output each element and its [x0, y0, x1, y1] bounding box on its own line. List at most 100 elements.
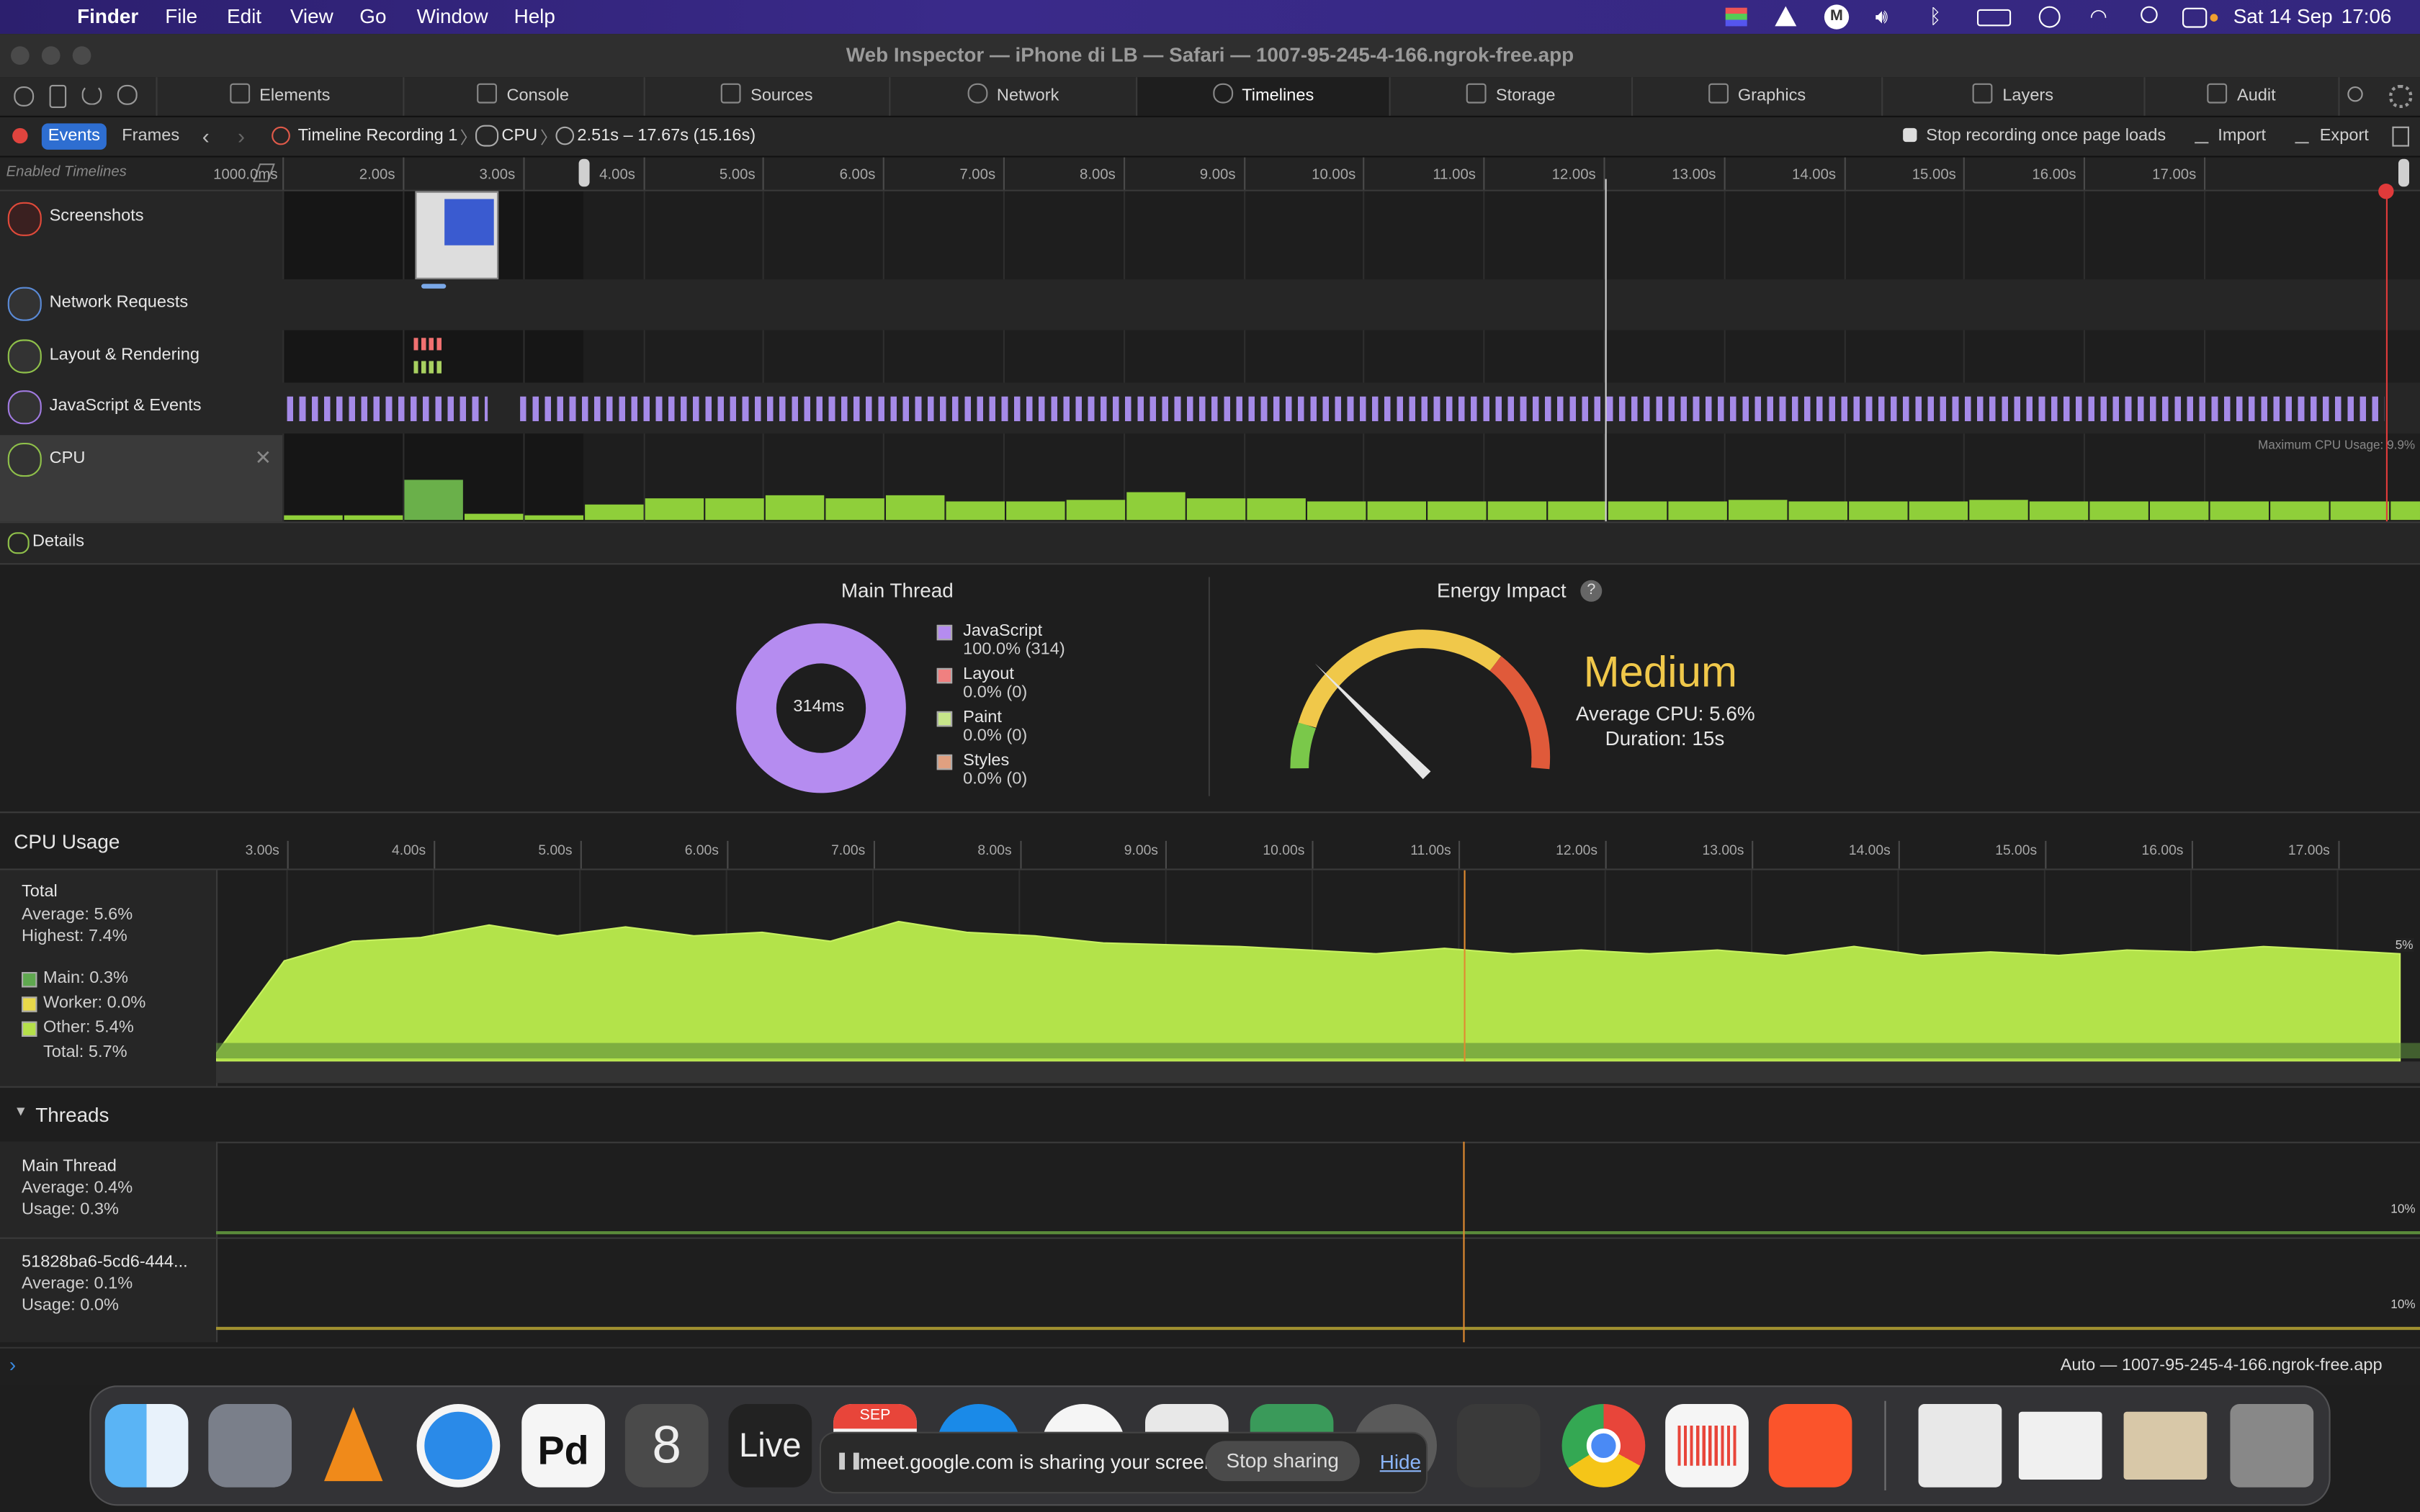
- menu-view[interactable]: View: [290, 4, 333, 27]
- finder-icon[interactable]: [104, 1403, 189, 1488]
- tab-network[interactable]: Network: [890, 77, 1138, 116]
- vlc-menu-icon[interactable]: [1775, 6, 1797, 27]
- layout-events[interactable]: [413, 338, 443, 351]
- js-events-track[interactable]: [287, 396, 488, 421]
- spotlight-icon[interactable]: [2141, 6, 2158, 24]
- forward-arrow-icon[interactable]: ›: [238, 123, 245, 148]
- screenshot-thumbnail[interactable]: [415, 191, 499, 279]
- tab-elements[interactable]: Elements: [156, 77, 405, 116]
- js-events-track[interactable]: [520, 396, 2385, 421]
- pd-icon[interactable]: Pd: [521, 1403, 605, 1488]
- legend-swatch: [936, 624, 953, 641]
- enabled-timelines-label[interactable]: Enabled Timelines: [6, 163, 127, 181]
- timeline-layout-rendering[interactable]: Layout & Rendering: [0, 332, 282, 383]
- brave-icon[interactable]: [1768, 1403, 1852, 1488]
- cpu-other-area: [216, 920, 2401, 1063]
- thread-marker-line[interactable]: [1463, 1141, 1465, 1343]
- battery-icon[interactable]: [1977, 9, 2012, 27]
- tab-storage[interactable]: Storage: [1391, 77, 1634, 116]
- safari-icon[interactable]: [416, 1403, 501, 1488]
- tab-graphics[interactable]: Graphics: [1633, 77, 1883, 116]
- current-time-marker[interactable]: [1605, 179, 1607, 522]
- timeline-cpu[interactable]: CPU ✕: [0, 435, 282, 521]
- disclosure-triangle-icon[interactable]: ▼: [14, 1103, 27, 1118]
- paint-events[interactable]: [413, 361, 443, 374]
- menu-date[interactable]: Sat 14 Sep: [2233, 4, 2333, 27]
- selection-end-handle[interactable]: [2398, 158, 2409, 187]
- time-machine-icon[interactable]: [2038, 6, 2061, 28]
- playhead-line[interactable]: [2385, 191, 2388, 522]
- back-arrow-icon[interactable]: ‹: [202, 123, 210, 148]
- crosshair-icon[interactable]: [14, 86, 35, 107]
- ableton-live-icon[interactable]: Live: [728, 1403, 812, 1488]
- ruler-tick-label: 15.00s: [1912, 166, 1956, 184]
- bluetooth-icon[interactable]: ᛒ: [1930, 4, 1942, 27]
- reload-icon[interactable]: [81, 84, 102, 105]
- minimized-window-thumbnail[interactable]: [2018, 1411, 2102, 1480]
- menu-edit[interactable]: Edit: [227, 4, 261, 27]
- menu-help[interactable]: Help: [514, 4, 555, 27]
- wifi-icon[interactable]: ◠: [2089, 4, 2107, 29]
- logic-pro-icon[interactable]: [1456, 1403, 1541, 1488]
- download-icon[interactable]: [117, 84, 138, 105]
- timeline-network-requests[interactable]: Network Requests: [0, 279, 282, 330]
- console-prompt-icon[interactable]: ›: [9, 1353, 16, 1376]
- tab-layers[interactable]: Layers: [1883, 77, 2146, 116]
- documents-stack-icon[interactable]: [1918, 1403, 2002, 1488]
- voice-memos-icon[interactable]: [1665, 1403, 1749, 1488]
- eight-app-icon[interactable]: 8: [624, 1403, 709, 1488]
- vlc-icon[interactable]: [312, 1404, 395, 1488]
- search-icon[interactable]: [2347, 86, 2363, 102]
- stop-recording-checkbox[interactable]: [1903, 127, 1917, 143]
- chrome-icon[interactable]: [1561, 1403, 1646, 1488]
- playhead-knob[interactable]: [2378, 183, 2394, 199]
- menu-go[interactable]: Go: [359, 4, 386, 27]
- timeline-screenshots[interactable]: Screenshots: [0, 192, 282, 278]
- selection-start-handle[interactable]: [578, 158, 590, 187]
- breadcrumb-cpu[interactable]: CPU: [501, 127, 537, 145]
- tab-audit[interactable]: Audit: [2146, 77, 2340, 116]
- m-app-icon[interactable]: M: [1824, 4, 1850, 30]
- istat-icon[interactable]: [1725, 7, 1747, 27]
- execution-context[interactable]: Auto — 1007-95-245-4-166.ngrok-free.app: [2061, 1356, 2383, 1375]
- minimized-window-thumbnail[interactable]: [2123, 1411, 2208, 1480]
- import-button[interactable]: Import: [2218, 127, 2266, 145]
- recording-name[interactable]: Timeline Recording 1: [298, 127, 458, 145]
- tab-timelines[interactable]: Timelines: [1137, 77, 1391, 116]
- settings-gear-icon[interactable]: [2389, 84, 2413, 108]
- threads-header[interactable]: ▼ Threads: [0, 1086, 2420, 1143]
- record-button[interactable]: [12, 127, 28, 144]
- trash-can-icon[interactable]: [2230, 1403, 2314, 1488]
- help-icon[interactable]: ?: [1580, 580, 1603, 602]
- tab-console[interactable]: Console: [403, 77, 645, 116]
- menu-time[interactable]: 17:06: [2341, 4, 2392, 27]
- close-timeline-icon[interactable]: ✕: [255, 446, 272, 470]
- zoom-button[interactable]: [72, 46, 91, 65]
- menu-file[interactable]: File: [165, 4, 197, 27]
- legend-value: 100.0% (314): [963, 640, 1065, 659]
- launchpad-icon[interactable]: [208, 1403, 292, 1488]
- time-range[interactable]: 2.51s – 17.67s (15.16s): [577, 127, 756, 145]
- ruler-tick: [1003, 157, 1005, 190]
- ruler-tick: [403, 157, 405, 190]
- legend-value: 0.0% (0): [963, 683, 1028, 702]
- menu-app-name[interactable]: Finder: [77, 4, 138, 27]
- hide-link[interactable]: Hide: [1380, 1450, 1421, 1473]
- export-button[interactable]: Export: [2320, 127, 2369, 145]
- events-toggle[interactable]: Events: [41, 123, 107, 150]
- legend-swatch: [936, 711, 953, 727]
- control-center-icon[interactable]: [2182, 7, 2208, 28]
- device-icon[interactable]: [49, 84, 67, 108]
- timeline-javascript-events[interactable]: JavaScript & Events: [0, 382, 282, 433]
- trash-icon[interactable]: [2392, 126, 2409, 147]
- cpu-tick: [872, 840, 875, 869]
- network-request-bar[interactable]: [421, 284, 447, 289]
- minimize-button[interactable]: [41, 46, 60, 65]
- volume-icon[interactable]: 🔊︎: [1876, 4, 1888, 29]
- stop-sharing-button[interactable]: Stop sharing: [1205, 1441, 1360, 1482]
- frames-toggle[interactable]: Frames: [122, 127, 179, 145]
- ruler-tick: [1843, 157, 1845, 190]
- close-button[interactable]: [11, 46, 30, 65]
- menu-window[interactable]: Window: [417, 4, 488, 27]
- tab-sources[interactable]: Sources: [645, 77, 891, 116]
